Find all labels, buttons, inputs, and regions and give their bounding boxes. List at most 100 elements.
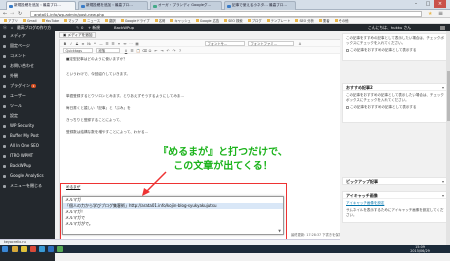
outdent-icon[interactable]: ⇤ [154, 49, 158, 53]
sidebar-item-collapse[interactable]: メニューを閉じる [0, 181, 55, 191]
link-icon[interactable]: ⚭ [117, 42, 121, 46]
explorer-icon[interactable] [12, 246, 18, 252]
bold-icon[interactable]: B [63, 42, 67, 46]
sidebar-item-buffer[interactable]: Buffer My Post [0, 131, 55, 141]
hr-icon[interactable]: — [99, 42, 103, 46]
sidebar-item-settings[interactable]: 設定 [0, 111, 55, 121]
close-icon[interactable]: × [434, 0, 446, 8]
scrollbar-thumb[interactable] [446, 71, 450, 121]
number-list-icon[interactable]: № [87, 42, 91, 46]
quicktags-select[interactable]: Quicktags [63, 48, 93, 53]
editor-paragraph[interactable]: ■定型記事はどのように使いますか？ [66, 57, 127, 62]
address-bar-row: ← → ↻ arata01.info/wp-admin/post-new.php… [0, 10, 450, 18]
comment-count[interactable]: 0 [81, 24, 83, 31]
browser-tab[interactable]: 記事で使える小ネタ… 最高ブロ… [224, 1, 296, 10]
ime-candidate[interactable]: メルマガがで。 [63, 221, 283, 227]
sidebar-item-seo[interactable]: All In One SEO [0, 141, 55, 151]
undo-icon[interactable]: ↶ [166, 49, 170, 53]
chevron-down-icon[interactable] [442, 86, 444, 89]
sidebar-item-contact[interactable]: お問い合わせ [0, 61, 55, 71]
wordpress-favicon-icon [81, 4, 85, 8]
checkbox[interactable] [346, 105, 349, 109]
strike-icon[interactable]: S [75, 42, 79, 46]
paste-icon[interactable]: 📋 [136, 49, 140, 53]
browser-tab[interactable]: オーガ・ブランディ Googleグ… [150, 1, 222, 10]
sidebar-item-analytics[interactable]: Google Analytics [0, 171, 55, 181]
site-name-link[interactable]: 最高ブログの作り方 [17, 24, 51, 31]
sidebar-item-tools[interactable]: ツール [0, 101, 55, 111]
user-greeting[interactable]: こんにちは、hukku さん [368, 24, 411, 31]
comment-icon[interactable]: ✎ [76, 24, 79, 31]
sidebar-item-users[interactable]: ユーザー [0, 91, 55, 101]
text-color-icon[interactable]: A [298, 42, 302, 46]
sidebar-item-itro[interactable]: ITRO WPMT [0, 151, 55, 161]
folder-icon[interactable] [21, 246, 27, 252]
forward-icon[interactable]: → [10, 11, 14, 17]
underline-icon[interactable]: U [124, 49, 128, 53]
wordpress-logo-icon[interactable]: Ⓦ [3, 24, 7, 31]
editor-toolbar-1: B I S ≡ № ❝ — ☰ ☰ ⚭ ⚮ ⋯ ▦ フォントサ… フォントファミ… [60, 40, 343, 47]
wordpress-favicon-icon [9, 4, 13, 8]
editor-paragraph[interactable]: 登録数は結構な数を増やすことによって、わかる… [66, 130, 148, 135]
clear-format-icon[interactable]: ⌫ [142, 49, 147, 53]
back-icon[interactable]: ← [3, 11, 7, 17]
clock[interactable]: 15:09 2015/06/29 [400, 245, 440, 253]
sidebar-item-media[interactable]: メディア [0, 31, 55, 41]
home-icon[interactable]: ⌂ [11, 24, 13, 31]
star-icon[interactable]: ★ [428, 11, 432, 17]
browser-tab[interactable]: 新規投稿を追加 ‹ 最高ブロ… [78, 1, 148, 10]
editor-paragraph[interactable]: 単語登録するとウソロンとみます。とりあえずそうするようにしてみま… [66, 94, 184, 99]
font-family-select[interactable]: フォントファミ… [248, 41, 294, 46]
quote-icon[interactable]: ❝ [93, 42, 97, 46]
editor-paragraph[interactable]: きっちりと登録することによって、 [66, 118, 123, 123]
special-char-icon[interactable]: Ω [148, 49, 152, 53]
format-select[interactable]: 段落 [96, 48, 120, 53]
reload-icon[interactable]: ↻ [18, 11, 22, 17]
word-icon[interactable] [48, 246, 54, 252]
backwpup-admin-menu[interactable]: BackWPup [114, 24, 134, 31]
url-input[interactable]: arata01.info/wp-admin/post-new.php [30, 11, 422, 17]
chevron-down-icon[interactable] [442, 194, 444, 197]
more-icon[interactable]: ⋯ [129, 42, 133, 46]
sidebar-item-wp-security[interactable]: WP Security [0, 121, 55, 131]
unlink-icon[interactable]: ⚮ [123, 42, 127, 46]
editor-paragraph[interactable]: 毎日書くと嬉しい「記事」と「ぶみ」を [66, 106, 131, 111]
maximize-icon[interactable]: □ [422, 0, 434, 8]
help-icon[interactable]: ? [178, 49, 182, 53]
box-description: この記事をおすすめの記事として表示したい場合は、チェックボックスにチェックを入れ… [346, 93, 444, 102]
indent-icon[interactable]: ⇥ [160, 49, 164, 53]
set-featured-image-link[interactable]: アイキャッチ画像を設定 [343, 199, 447, 208]
start-icon[interactable] [2, 246, 8, 252]
box-description: サムネイルを表示するためにアイキャッチ画像を設定してください。 [346, 208, 444, 217]
settings-icon [3, 114, 6, 118]
sidebar-item-plugins[interactable]: プラグイン 1 [0, 81, 55, 91]
add-media-button[interactable]: ▣ メディアを追加 [59, 32, 97, 38]
checkbox[interactable] [346, 48, 349, 52]
browser-tab[interactable]: 新規投稿を追加 ‹ 最高ブロ… [6, 1, 76, 10]
app-icon[interactable] [57, 246, 63, 252]
minimize-icon[interactable]: – [410, 0, 422, 8]
sidebar-item-appearance[interactable]: 外観 [0, 71, 55, 81]
sidebar-item-backwpup[interactable]: BackWPup [0, 161, 55, 171]
new-content-menu[interactable]: + 新規 [88, 24, 100, 31]
avatar[interactable] [440, 25, 445, 30]
chevron-down-icon[interactable] [442, 180, 444, 183]
italic-icon[interactable]: I [69, 42, 73, 46]
bullet-list-icon[interactable]: ≡ [81, 42, 85, 46]
chrome-icon[interactable] [30, 246, 36, 252]
editor-paragraph[interactable]: というわけで、今回紹介していきます。 [66, 72, 130, 77]
skype-icon[interactable] [39, 246, 45, 252]
align-center-icon[interactable]: ☰ [111, 42, 115, 46]
box-title: ピックアップ記事 [346, 179, 378, 184]
font-size-select[interactable]: フォントサ… [205, 41, 245, 46]
menu-icon[interactable]: ≡ [438, 10, 443, 17]
align-left-icon[interactable]: ☰ [105, 42, 109, 46]
redo-icon[interactable]: ↷ [172, 49, 176, 53]
browser-tab-bar: 新規投稿を追加 ‹ 最高ブロ… 新規投稿を追加 ‹ 最高ブロ… オーガ・ブランデ… [0, 0, 450, 10]
scroll-down-icon[interactable]: ▼ [278, 229, 281, 233]
toolbar-toggle-icon[interactable]: ▦ [135, 42, 139, 46]
justify-icon[interactable]: ☰ [130, 49, 134, 53]
scrollbar[interactable] [446, 31, 450, 245]
sidebar-item-pages[interactable]: 固定ページ [0, 41, 55, 51]
sidebar-item-comments[interactable]: コメント [0, 51, 55, 61]
